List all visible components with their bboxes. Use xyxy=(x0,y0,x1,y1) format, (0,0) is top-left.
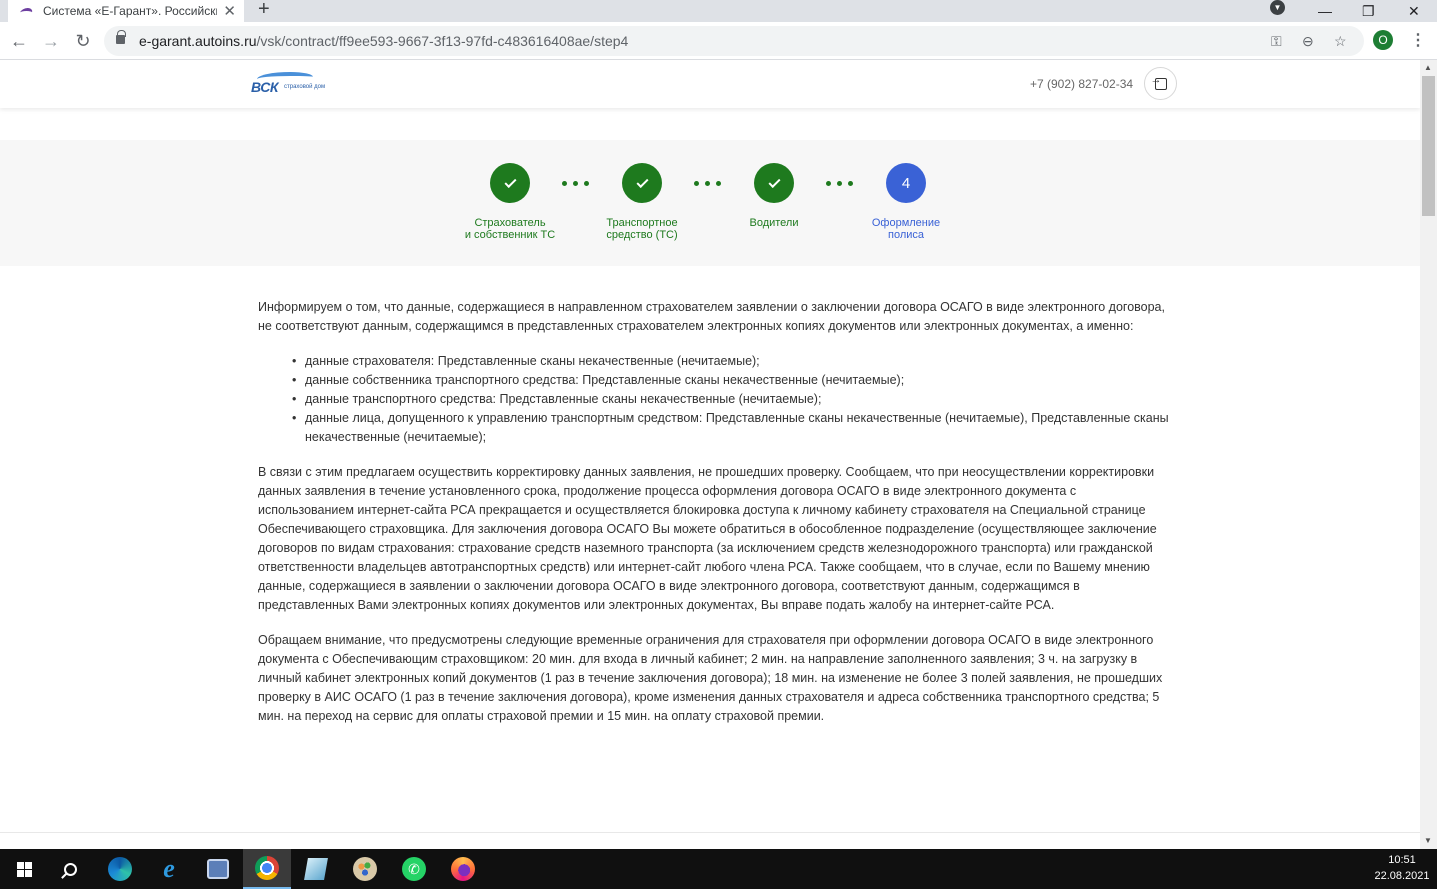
taskbar-firefox[interactable] xyxy=(439,849,487,889)
tab-title: Система «Е-Гарант». Российски xyxy=(43,4,217,18)
browser-menu-icon[interactable]: ⋮ xyxy=(1410,30,1426,50)
taskbar-app-calculator[interactable] xyxy=(194,849,242,889)
lock-icon[interactable] xyxy=(116,30,126,44)
scroll-up-icon[interactable]: ▲ xyxy=(1424,63,1432,72)
key-icon[interactable]: ⚿ xyxy=(1271,33,1282,50)
paint-palette-icon xyxy=(353,857,377,881)
system-clock[interactable]: 10:51 22.08.2021 xyxy=(1372,852,1432,884)
profile-avatar[interactable]: O xyxy=(1373,30,1393,50)
reload-icon[interactable]: ↻ xyxy=(72,30,94,52)
page-viewport: ВСК страховой дом +7 (902) 827-02-34 Стр… xyxy=(0,60,1420,849)
scroll-down-icon[interactable]: ▼ xyxy=(1424,836,1432,845)
taskbar-edge[interactable] xyxy=(96,849,144,889)
step-done-check-icon xyxy=(754,163,794,203)
app-window-icon xyxy=(207,859,229,879)
site-favicon-icon xyxy=(20,6,34,16)
logout-icon xyxy=(1151,74,1167,90)
step-4: 4 Оформление полиса xyxy=(846,163,966,241)
step-3: Водители xyxy=(714,163,834,229)
page-scrollbar[interactable]: ▲ ▼ xyxy=(1420,60,1437,849)
list-item: данные страхователя: Представленные скан… xyxy=(292,352,1170,371)
tab-close-icon[interactable]: ✕ xyxy=(223,2,236,20)
step-2: Транспортное средство (ТС) xyxy=(582,163,702,241)
taskbar-paint[interactable] xyxy=(341,849,389,889)
step-label: Транспортное средство (ТС) xyxy=(606,217,678,241)
search-icon xyxy=(63,862,77,876)
step-1: Страхователь и собственник ТС xyxy=(450,163,570,241)
tab-search-icon[interactable]: ▼ xyxy=(1270,0,1285,15)
firefox-icon xyxy=(451,857,475,881)
minimize-icon[interactable]: — xyxy=(1318,0,1332,22)
vsk-logo[interactable]: ВСК страховой дом xyxy=(251,72,333,95)
whatsapp-icon: ✆ xyxy=(402,857,426,881)
bookmark-star-icon[interactable]: ☆ xyxy=(1334,33,1347,50)
window-close-icon[interactable]: ✕ xyxy=(1408,0,1420,22)
site-header: ВСК страховой дом +7 (902) 827-02-34 xyxy=(0,60,1420,108)
taskbar-chrome[interactable] xyxy=(243,849,291,889)
support-phone[interactable]: +7 (902) 827-02-34 xyxy=(1030,77,1133,91)
notice-content: Информируем о том, что данные, содержащи… xyxy=(258,298,1170,742)
list-item: данные лица, допущенного к управлению тр… xyxy=(292,409,1170,447)
taskbar-notes[interactable] xyxy=(292,849,340,889)
address-url: e-garant.autoins.ru/vsk/contract/ff9ee59… xyxy=(139,33,629,49)
browser-toolbar: ← → ↻ e-garant.autoins.ru/vsk/contract/f… xyxy=(0,22,1437,60)
forward-icon[interactable]: → xyxy=(40,30,62,52)
notice-paragraph-time-limits: Обращаем внимание, что предусмотрены сле… xyxy=(258,633,1163,723)
maximize-icon[interactable]: ❐ xyxy=(1362,0,1375,22)
list-item: данные собственника транспортного средст… xyxy=(292,371,1170,390)
issues-list: данные страхователя: Представленные скан… xyxy=(292,352,1170,447)
notice-intro: Информируем о том, что данные, содержащи… xyxy=(258,300,1165,333)
browser-tab[interactable]: Система «Е-Гарант». Российски ✕ xyxy=(8,0,244,22)
chrome-icon xyxy=(255,856,279,880)
step-label: Водители xyxy=(749,217,799,229)
divider xyxy=(0,832,1420,833)
step-number: 4 xyxy=(886,163,926,203)
logout-button[interactable] xyxy=(1144,67,1177,100)
windows-logo-icon xyxy=(16,861,32,877)
internet-explorer-icon: e xyxy=(163,854,175,883)
notice-paragraph-correction: В связи с этим предлагаем осуществить ко… xyxy=(258,465,1157,612)
scrollbar-thumb[interactable] xyxy=(1422,76,1435,216)
zoom-icon[interactable]: ⊖ xyxy=(1302,33,1314,50)
step-done-check-icon xyxy=(490,163,530,203)
edge-icon xyxy=(108,857,132,881)
step-label: Оформление полиса xyxy=(871,217,941,241)
start-button[interactable] xyxy=(0,849,48,889)
back-icon[interactable]: ← xyxy=(8,30,30,52)
progress-steps: Страхователь и собственник ТС Транспортн… xyxy=(0,140,1420,266)
address-bar[interactable]: e-garant.autoins.ru/vsk/contract/ff9ee59… xyxy=(104,26,1364,56)
notepad-icon xyxy=(304,858,328,880)
list-item: данные транспортного средства: Представл… xyxy=(292,390,1170,409)
taskbar-whatsapp[interactable]: ✆ xyxy=(390,849,438,889)
browser-tabstrip: Система «Е-Гарант». Российски ✕ + ▼ — ❐ … xyxy=(0,0,1437,22)
new-tab-icon[interactable]: + xyxy=(258,0,270,21)
taskbar-search-button[interactable] xyxy=(46,849,94,889)
step-label: Страхователь и собственник ТС xyxy=(464,217,556,241)
step-done-check-icon xyxy=(622,163,662,203)
windows-taskbar: e ✆ 10:51 22.08.2021 xyxy=(0,849,1437,889)
taskbar-ie[interactable]: e xyxy=(145,849,193,889)
